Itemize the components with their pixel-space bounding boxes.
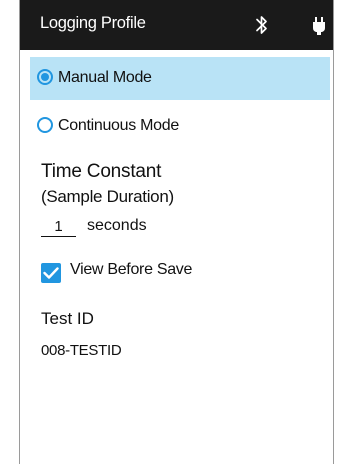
time-constant-input[interactable] [41, 216, 76, 237]
time-constant-subtitle: (Sample Duration) [41, 187, 174, 206]
test-id-label: Test ID [41, 309, 94, 328]
continuous-mode-label: Continuous Mode [58, 117, 179, 134]
time-constant-unit: seconds [87, 217, 147, 234]
test-id-value[interactable]: 008-TESTID [41, 342, 122, 359]
app-frame: Logging Profile Manual Mode Continuous M… [19, 0, 334, 464]
plug-icon[interactable] [312, 14, 326, 38]
page-title: Logging Profile [40, 14, 146, 32]
bluetooth-icon[interactable] [254, 13, 270, 37]
view-before-save-checkbox[interactable] [41, 263, 61, 283]
view-before-save-label: View Before Save [70, 261, 193, 278]
continuous-mode-radio[interactable] [37, 117, 53, 133]
manual-mode-option[interactable]: Manual Mode [30, 57, 330, 100]
continuous-mode-option[interactable]: Continuous Mode [30, 105, 330, 148]
manual-mode-label: Manual Mode [58, 69, 152, 86]
checkmark-icon [43, 267, 59, 279]
time-constant-title: Time Constant [41, 161, 162, 182]
manual-mode-radio[interactable] [37, 69, 53, 85]
header-bar: Logging Profile [20, 0, 333, 50]
